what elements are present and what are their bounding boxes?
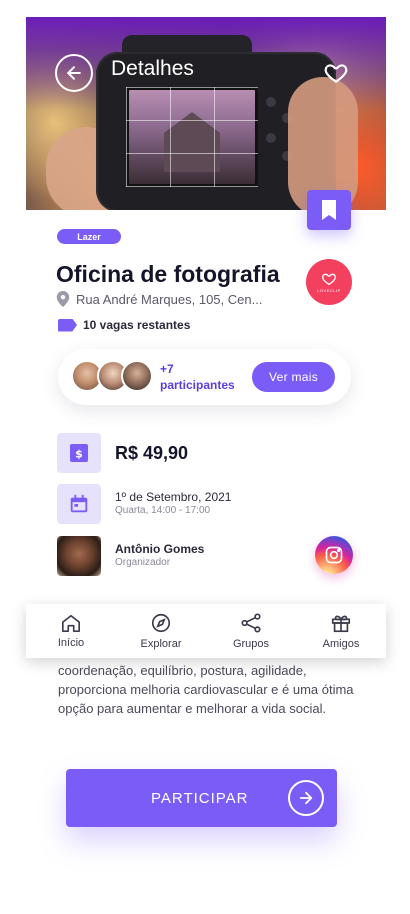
nav-item-groups[interactable]: Grupos: [206, 604, 296, 658]
share-icon: [241, 613, 261, 633]
nav-label: Amigos: [322, 638, 360, 650]
location-pin-icon: [56, 291, 70, 307]
heart-outline-icon: [322, 273, 336, 286]
organizer-name: Antônio Gomes: [115, 542, 205, 556]
bookmark-button[interactable]: [307, 190, 351, 230]
spots-text: 10 vagas restantes: [83, 318, 191, 332]
favorite-button[interactable]: [323, 60, 349, 86]
see-more-button[interactable]: Ver mais: [252, 362, 335, 392]
participants-count: +7: [160, 362, 174, 376]
category-badge: Lazer: [57, 229, 121, 244]
heart-icon: [324, 64, 348, 83]
event-address: Rua André Marques, 105, Cen...: [56, 291, 262, 307]
participate-label: PARTICIPAR: [151, 790, 249, 807]
compass-icon: [151, 613, 171, 633]
back-button[interactable]: [55, 54, 93, 92]
organizer-role: Organizador: [115, 557, 171, 568]
nav-item-explore[interactable]: Explorar: [116, 604, 206, 658]
date-icon-box: [57, 484, 101, 524]
avatar: [121, 360, 153, 392]
arrow-left-icon: [67, 66, 81, 80]
instagram-button[interactable]: [315, 536, 353, 574]
camera-button: [266, 97, 276, 107]
dollar-icon: $: [70, 444, 88, 462]
nav-label: Início: [57, 637, 85, 649]
participate-button[interactable]: PARTICIPAR: [66, 769, 337, 827]
camera-screen-grid: [126, 87, 258, 187]
camera-button: [266, 133, 276, 143]
address-text: Rua André Marques, 105, Cen...: [76, 291, 263, 307]
nav-item-friends[interactable]: Amigos: [296, 604, 386, 658]
page-title: Detalhes: [111, 57, 194, 80]
spots-remaining: 10 vagas restantes: [58, 318, 190, 332]
svg-text:$: $: [75, 448, 83, 461]
participants-card: +7 participantes Ver mais: [58, 349, 351, 405]
tag-icon: [58, 318, 77, 332]
event-title: Oficina de fotografia: [56, 261, 280, 287]
brand-logo: LOVECLIP: [306, 259, 352, 305]
price-icon-box: $: [57, 433, 101, 473]
hero-image: [26, 17, 386, 210]
event-date: 1º de Setembro, 2021: [115, 490, 232, 504]
home-icon: [62, 614, 80, 632]
participants-label: participantes: [160, 378, 235, 392]
calendar-icon: [70, 494, 88, 513]
event-description: coordenação, equilíbrio, postura, agilid…: [58, 663, 354, 716]
nav-item-home[interactable]: Início: [26, 604, 116, 658]
price-value: R$ 49,90: [115, 443, 189, 463]
bottom-nav: Início Explorar Grupos Amigos: [26, 604, 386, 658]
organizer-photo: [57, 536, 101, 576]
nav-label: Grupos: [232, 638, 270, 650]
nav-label: Explorar: [140, 638, 182, 650]
arrow-right-icon: [288, 780, 324, 816]
instagram-icon: [325, 546, 343, 564]
bookmark-icon: [322, 200, 336, 220]
brand-logo-text: LOVECLIP: [317, 288, 341, 293]
event-time: Quarta, 14:00 - 17:00: [115, 505, 211, 516]
gift-icon: [331, 615, 351, 633]
